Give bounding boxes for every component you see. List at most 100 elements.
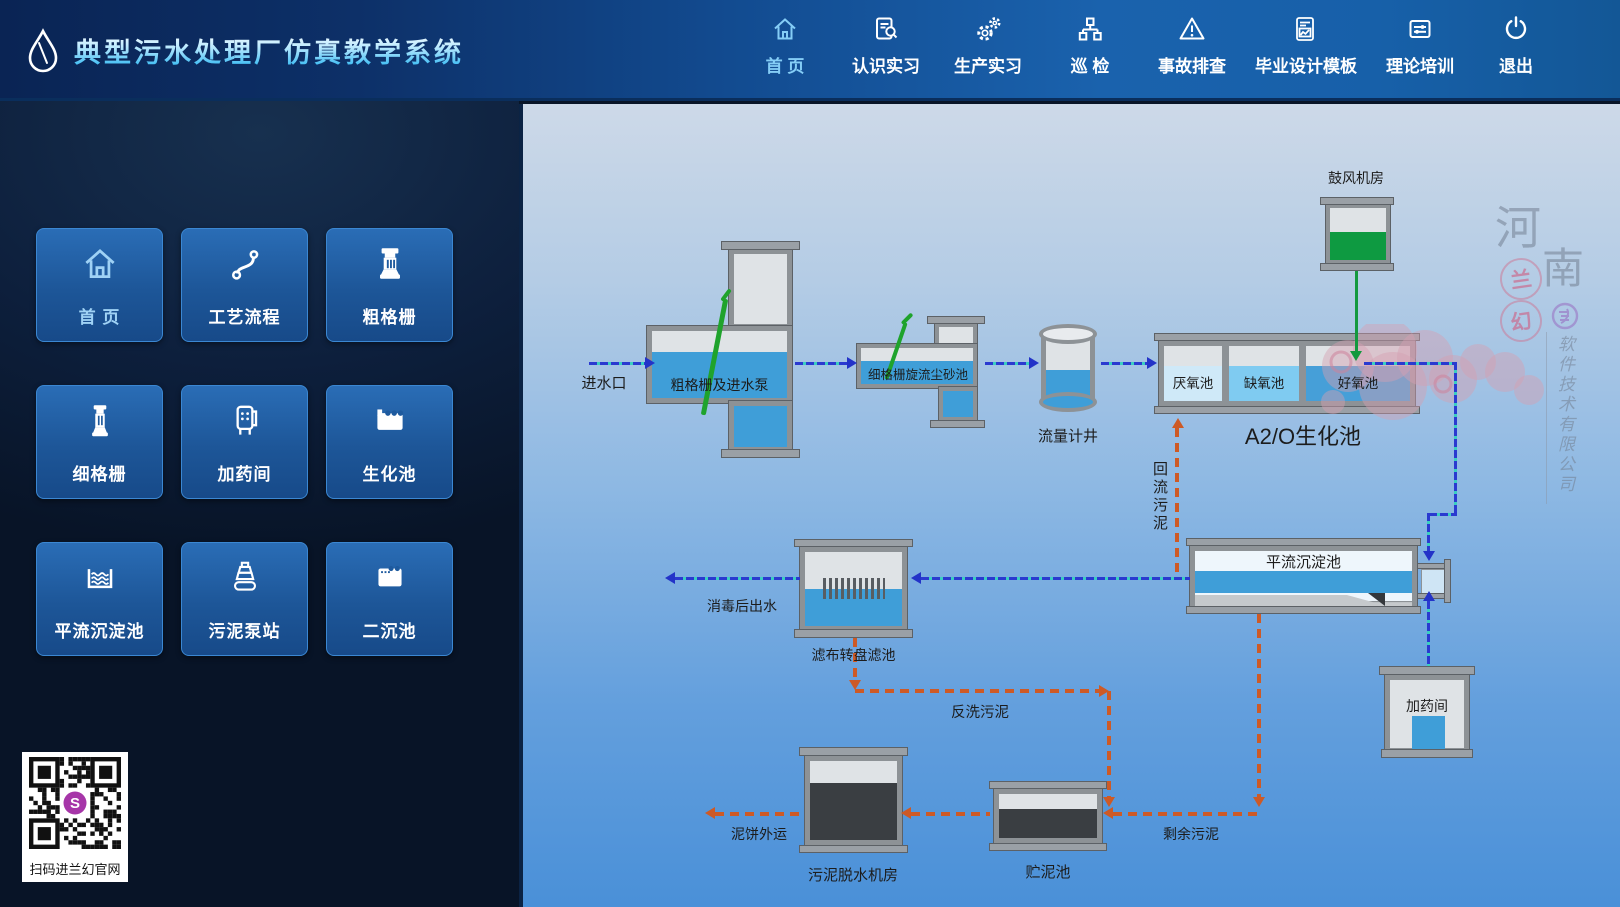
sedimentation-hopper (1368, 593, 1385, 606)
dosing-bottom-cap (1381, 749, 1473, 758)
power-icon (1501, 14, 1531, 44)
sidebar-item-label: 平流沉淀池 (37, 617, 162, 642)
app-window: 典型污水处理厂仿真教学系统 首 页 认识实习 生产实习 (0, 0, 1620, 907)
nav-label: 毕业设计模板 (1255, 52, 1355, 77)
filter-discs (823, 578, 885, 599)
sidebar-item-horizontal-sedimentation-tank[interactable]: 平流沉淀池 (36, 542, 163, 656)
dosing-water (1412, 716, 1445, 749)
dewatering-label: 污泥脱水机房 (793, 864, 913, 885)
svg-text:S: S (70, 795, 80, 812)
backwash-line (1107, 691, 1111, 797)
storage-label: 贮泥池 (1008, 861, 1088, 882)
sidebar-item-secondary-sedimentation-tank[interactable]: 二沉池 (326, 542, 453, 656)
watermark-rule (1546, 332, 1547, 504)
warning-icon (1177, 14, 1207, 44)
watermark-char-nan: 南 (1542, 235, 1584, 296)
sidebar-item-coarse-screen[interactable]: 粗格栅 (326, 228, 453, 342)
inlet-flow-line (589, 362, 645, 365)
aerobic-label: 好氧池 (1306, 372, 1410, 392)
cake-out-label: 泥饼外运 (719, 824, 799, 844)
seal-char: 兰 (1509, 263, 1534, 296)
effluent-label: 消毒后出水 (692, 596, 792, 616)
brand: 典型污水处理厂仿真教学系统 (26, 0, 464, 100)
nav-item-production-practice[interactable]: 生产实习 (938, 14, 1038, 77)
bio-tank-icon (369, 400, 411, 442)
filter-bottom-cap (794, 629, 913, 638)
watermark-company: 软件技术有限公司 (1552, 335, 1577, 507)
sidebar-item-dosing-room[interactable]: 加药间 (181, 385, 308, 499)
coarse-screen-sump-water (734, 406, 787, 447)
sedimentation-bottom-cap (1186, 606, 1421, 614)
flow-meter-top (1039, 324, 1097, 344)
sidebar-item-process-flow[interactable]: 工艺流程 (181, 228, 308, 342)
qr-code-image: S (29, 757, 121, 849)
blower-label: 鼓风机房 (1291, 168, 1421, 188)
flow-meter-label: 流量计井 (1018, 425, 1118, 446)
backwash-arrowhead (1103, 797, 1115, 807)
nav-label: 认识实习 (836, 52, 936, 77)
air-supply-line (1355, 271, 1358, 351)
blower-bottom-cap (1320, 263, 1394, 271)
coarse-screen-icon (369, 243, 411, 285)
sidebar-item-label: 污泥泵站 (182, 617, 307, 642)
nav-label: 退出 (1466, 52, 1566, 77)
sidebar-item-bio-tank[interactable]: 生化池 (326, 385, 453, 499)
sedimentation-outlet-line (921, 577, 1190, 580)
flow-line-meter-to-a2o (1101, 362, 1149, 365)
nav-item-theory-training[interactable]: 理论培训 (1370, 14, 1470, 77)
sludge-transfer-line (911, 812, 990, 816)
arrowhead (1147, 357, 1157, 369)
sidebar-item-fine-screen[interactable]: 细格栅 (36, 385, 163, 499)
dosing-feed-line (1427, 601, 1430, 666)
sidebar-item-label: 加药间 (182, 460, 307, 485)
nav-item-accident-investigation[interactable]: 事故排查 (1142, 14, 1242, 77)
dewatering-bottom-cap (799, 845, 908, 853)
effluent-arrowhead (665, 572, 675, 584)
watermark-char-he: 河 (1495, 192, 1541, 258)
coarse-screen-sump-cap (721, 449, 800, 458)
nav-item-graduation-template[interactable]: 毕业设计模板 (1255, 14, 1355, 77)
a2o-outlet-line (1429, 513, 1457, 516)
nav-label: 事故排查 (1142, 52, 1242, 77)
qr-code: S 扫码进兰幻官网 (22, 752, 128, 882)
header-bar: 典型污水处理厂仿真教学系统 首 页 认识实习 生产实习 (0, 0, 1620, 101)
nav-item-inspection[interactable]: 巡 检 (1040, 14, 1140, 77)
sidebar-button-grid: 首 页 工艺流程 粗格栅 (36, 228, 453, 656)
excess-sludge-label: 剩余污泥 (1151, 824, 1231, 844)
qr-caption: 扫码进兰幻官网 (22, 859, 128, 878)
fine-screen-icon (79, 400, 121, 442)
backwash-label: 反洗污泥 (920, 701, 1040, 722)
a2o-outlet-line (1454, 362, 1457, 516)
outlet-box-top (1417, 563, 1447, 569)
fine-screen-sump-water (943, 391, 973, 417)
sidebar-item-sludge-pump-station[interactable]: 污泥泵站 (181, 542, 308, 656)
a2o-divider (1222, 346, 1229, 401)
sliders-icon (1405, 14, 1435, 44)
nav-label: 理论培训 (1370, 52, 1470, 77)
blower-green-fill (1330, 232, 1386, 260)
coarse-screen-tower (729, 249, 792, 329)
return-sludge-label: 回流污泥 (1149, 451, 1170, 543)
a2o-label: A2/O生化池 (1188, 419, 1418, 451)
flow-route-icon (224, 243, 266, 285)
cake-out-arrowhead (705, 807, 715, 819)
sedimentation-tank-icon (79, 557, 121, 599)
doc-search-icon (871, 14, 901, 44)
nav-item-home[interactable]: 首 页 (735, 14, 835, 77)
gears-icon (973, 14, 1003, 44)
app-title: 典型污水处理厂仿真教学系统 (74, 31, 464, 70)
nav-item-logout[interactable]: 退出 (1466, 14, 1566, 77)
sidebar-item-home[interactable]: 首 页 (36, 228, 163, 342)
excess-sludge-arrowhead (1253, 797, 1265, 807)
air-supply-arrowhead (1350, 351, 1362, 361)
nav-label: 巡 检 (1040, 52, 1140, 77)
flow-line-coarse-to-fine (795, 362, 849, 365)
coarse-screen-tower-cap (721, 241, 800, 250)
nav-item-cognition-practice[interactable]: 认识实习 (836, 14, 936, 77)
fine-screen-tower-cap (927, 316, 985, 324)
dewatering-top-cap (799, 747, 908, 756)
lanhuan-logo-watermark (1550, 301, 1580, 331)
template-icon (1290, 14, 1320, 44)
water-drop-icon (26, 27, 60, 73)
blower-top-cap (1320, 197, 1394, 205)
